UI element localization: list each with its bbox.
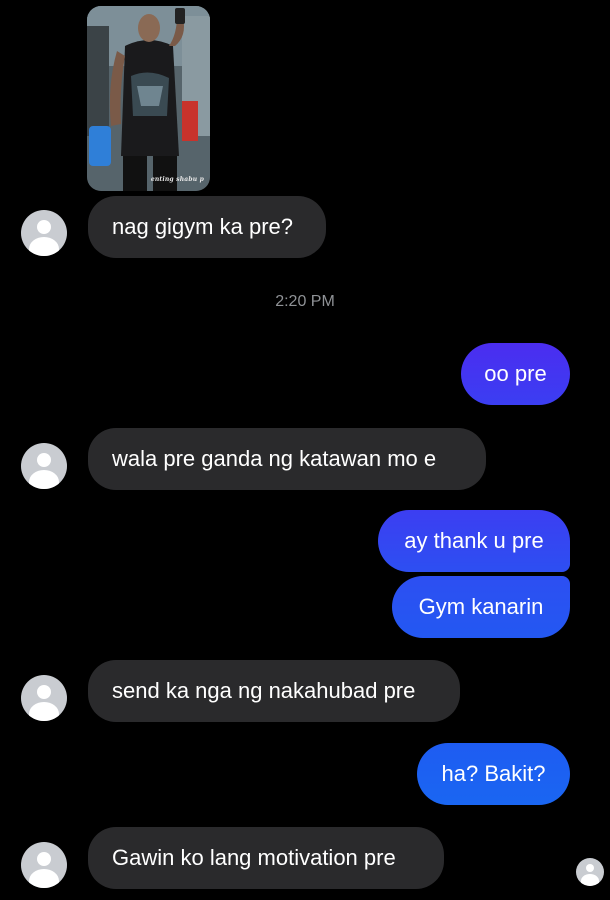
- message-text: ay thank u pre: [404, 528, 544, 553]
- seen-avatar-icon: [576, 858, 604, 886]
- message-text: send ka nga ng nakahubad pre: [112, 678, 416, 703]
- incoming-message-bubble[interactable]: send ka nga ng nakahubad pre: [88, 660, 460, 722]
- sender-avatar-icon[interactable]: [21, 443, 67, 489]
- message-text: ha? Bakit?: [441, 761, 546, 786]
- chat-thread: enting shabu p nag gigym ka pre? 2:20 PM…: [0, 0, 610, 900]
- message-text: Gawin ko lang motivation pre: [112, 845, 396, 870]
- outgoing-message-bubble[interactable]: ay thank u pre: [378, 510, 570, 572]
- outgoing-message-bubble[interactable]: ha? Bakit?: [417, 743, 570, 805]
- outgoing-message-bubble[interactable]: oo pre: [461, 343, 570, 405]
- sender-avatar-icon[interactable]: [21, 210, 67, 256]
- sender-avatar-icon[interactable]: [21, 842, 67, 888]
- message-text: wala pre ganda ng katawan mo e: [112, 446, 437, 471]
- incoming-message-bubble[interactable]: nag gigym ka pre?: [88, 196, 326, 258]
- outgoing-message-bubble[interactable]: Gym kanarin: [392, 576, 570, 638]
- photo-caption: enting shabu p: [150, 176, 204, 183]
- incoming-message-bubble[interactable]: Gawin ko lang motivation pre: [88, 827, 444, 889]
- message-text: oo pre: [484, 361, 547, 386]
- shared-photo[interactable]: enting shabu p: [87, 6, 210, 191]
- message-timestamp: 2:20 PM: [275, 293, 335, 310]
- photo-image: [87, 6, 210, 191]
- message-text: nag gigym ka pre?: [112, 214, 293, 239]
- sender-avatar-icon[interactable]: [21, 675, 67, 721]
- message-text: Gym kanarin: [418, 594, 544, 619]
- incoming-message-bubble[interactable]: wala pre ganda ng katawan mo e: [88, 428, 486, 490]
